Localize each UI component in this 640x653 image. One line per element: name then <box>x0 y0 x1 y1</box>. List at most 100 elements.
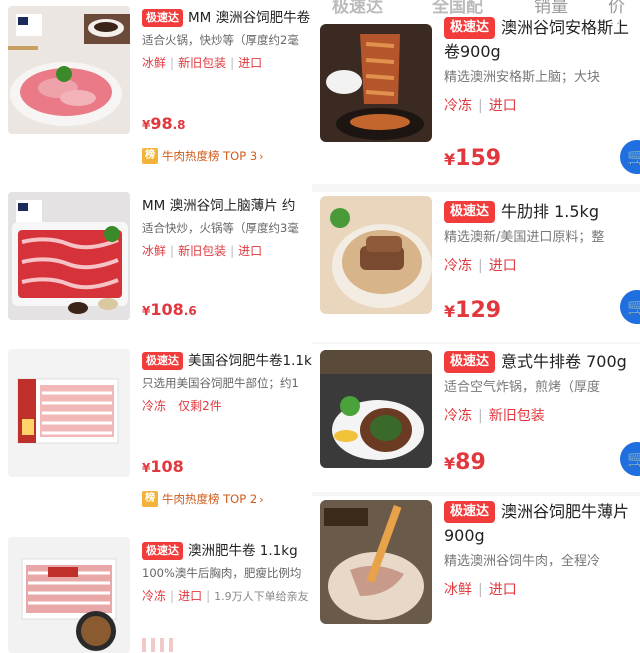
product-info: 极速达 牛肋排 1.5kg 精选澳新/美国进口原料；整 冷冻 | 进口 <box>444 200 640 276</box>
express-badge: 极速达 <box>142 9 183 27</box>
product-card[interactable]: 极速达 澳洲谷饲肥牛薄片 900g 精选澳洲谷饲牛肉，全程冷 冰鲜 | 进口 <box>312 496 640 653</box>
product-price: ¥129 <box>444 298 502 323</box>
product-info: 极速达 澳洲肥牛卷 1.1kg 100%澳牛后胸肉，肥瘦比例均 冷冻 | 进口 | 1.… <box>142 541 312 605</box>
product-image[interactable] <box>8 537 130 653</box>
product-card[interactable]: 极速达 牛肋排 1.5kg 精选澳新/美国进口原料；整 冷冻 | 进口 ¥129 🛒 <box>312 192 640 342</box>
product-card[interactable]: 极速达 澳洲谷饲安格斯上 卷900g 精选澳洲安格斯上脑；大块 冷冻 | 进口 ¥1… <box>312 17 640 184</box>
beef-slices-tray-photo <box>8 192 130 320</box>
tag: 仅剩2件 <box>178 399 222 413</box>
ranking-icon: 榜 <box>142 148 158 164</box>
product-tags: 冰鲜 | 新旧包装 | 进口 <box>142 56 263 70</box>
product-price: ¥98.8 <box>142 114 186 133</box>
tag: 进口 <box>488 582 517 598</box>
rank-link[interactable]: 榜 牛肉热度榜 TOP 2 › <box>142 490 264 508</box>
product-info: 极速达 意式牛排卷 700g 适合空气炸锅，煎烤（厚度 冷冻 | 新旧包装 <box>444 350 640 426</box>
tag: 新旧包装 <box>178 244 227 258</box>
product-image[interactable] <box>8 192 130 320</box>
express-badge: 极速达 <box>142 542 183 560</box>
product-card[interactable]: 极速达 意式牛排卷 700g 适合空气炸锅，煎烤（厚度 冷冻 | 新旧包装 ¥89 … <box>312 344 640 492</box>
cart-icon[interactable]: 🛒 <box>620 140 640 174</box>
product-description: 精选澳洲安格斯上脑；大块 <box>444 70 601 85</box>
tag: 冷冻 <box>444 98 472 114</box>
product-description: 适合快炒，火锅等（厚度约3毫 <box>142 221 299 235</box>
tag: 进口 <box>488 258 517 274</box>
beef-rolls-plate-photo <box>8 6 130 134</box>
product-description: 精选澳新/美国进口原料；整 <box>444 230 605 245</box>
product-card[interactable]: 极速达 美国谷饲肥牛卷1.1k 只选用美国谷饲肥牛部位；约1 冷冻|仅剩2件 ¥… <box>0 345 312 515</box>
product-title: 澳洲谷饲安格斯上 <box>501 18 630 37</box>
product-tags: 冷冻 | 进口 <box>444 258 517 274</box>
product-image[interactable] <box>320 350 432 468</box>
product-tags: 冷冻 | 新旧包装 <box>444 408 545 424</box>
rank-label: 牛肉热度榜 TOP 3 <box>162 149 258 163</box>
product-price: ¥89 <box>444 450 486 475</box>
buyers-count: 1.9万人下单给亲友 <box>214 590 309 603</box>
product-image[interactable] <box>320 24 432 142</box>
tag: 新旧包装 <box>178 56 227 70</box>
product-title: 澳洲肥牛卷 1.1kg <box>188 543 298 559</box>
beef-roll-package-photo <box>8 349 130 477</box>
tab-sales[interactable]: 销量 <box>534 0 568 17</box>
product-title-row[interactable]: 极速达 澳洲谷饲安格斯上 <box>444 16 640 40</box>
product-tags: 冷冻 | 进口 | 1.9万人下单给亲友 <box>142 589 309 603</box>
cart-icon[interactable]: 🛒 <box>620 290 640 324</box>
express-badge: 极速达 <box>444 201 496 223</box>
tab-express[interactable]: 极速达 <box>332 0 383 17</box>
express-badge: 极速达 <box>142 352 183 370</box>
tab-nationwide[interactable]: 全国配 <box>432 0 483 17</box>
product-tags: 冷冻 | 进口 <box>444 98 517 114</box>
chevron-right-icon: › <box>259 492 264 506</box>
product-title-row[interactable]: 极速达 澳洲谷饲肥牛薄片 <box>444 500 640 524</box>
product-title: MM 澳洲谷饲肥牛卷 <box>188 10 311 26</box>
product-title-row[interactable]: 极速达 牛肋排 1.5kg <box>444 200 640 224</box>
product-image[interactable] <box>8 349 130 477</box>
tag: 冷冻 <box>142 399 167 413</box>
price-placeholder <box>142 638 173 652</box>
rank-link[interactable]: 榜 牛肉热度榜 TOP 3 › <box>142 147 264 165</box>
product-card[interactable]: 极速达 澳洲肥牛卷 1.1kg 100%澳牛后胸肉，肥瘦比例均 冷冻 | 进口 | 1.… <box>0 533 312 653</box>
product-title: 美国谷饲肥牛卷1.1k <box>188 353 312 369</box>
tag: 进口 <box>238 244 263 258</box>
product-title: 意式牛排卷 700g <box>501 352 627 371</box>
tag: 进口 <box>238 56 263 70</box>
product-tags: 冰鲜 | 新旧包装 | 进口 <box>142 244 263 258</box>
product-card[interactable]: MM 澳洲谷饲上脑薄片 约 适合快炒，火锅等（厚度约3毫 冰鲜 | 新旧包装 | 进口 … <box>0 188 312 338</box>
beef-roll-box-photo <box>8 537 130 653</box>
product-card[interactable]: 极速达 MM 澳洲谷饲肥牛卷 适合火锅，快炒等（厚度约2毫 冰鲜 | 新旧包装 | 进口… <box>0 0 312 175</box>
product-title-line2: 卷900g <box>444 42 501 61</box>
ranking-icon: 榜 <box>142 491 158 507</box>
product-image[interactable] <box>8 6 130 134</box>
express-badge: 极速达 <box>444 17 496 39</box>
product-description: 100%澳牛后胸肉，肥瘦比例均 <box>142 566 302 580</box>
product-title[interactable]: MM 澳洲谷饲上脑薄片 约 <box>142 196 312 216</box>
product-title-row[interactable]: 极速达 MM 澳洲谷饲肥牛卷 <box>142 8 312 28</box>
product-description: 适合空气炸锅，煎烤（厚度 <box>444 380 601 395</box>
product-description: 只选用美国谷饲肥牛部位；约1 <box>142 376 299 390</box>
product-title-line2: 900g <box>444 526 485 545</box>
rib-soup-photo <box>320 196 432 314</box>
tag: 冷冻 <box>444 258 472 274</box>
tag: 冷冻 <box>142 589 167 603</box>
cart-icon[interactable]: 🛒 <box>620 442 640 476</box>
product-title-row[interactable]: 极速达 美国谷饲肥牛卷1.1k <box>142 351 312 371</box>
product-info: MM 澳洲谷饲上脑薄片 约 适合快炒，火锅等（厚度约3毫 冰鲜 | 新旧包装 | 进口 <box>142 196 312 260</box>
product-title: 澳洲谷饲肥牛薄片 <box>501 502 630 521</box>
product-price: ¥108.6 <box>142 300 197 319</box>
product-title: 牛肋排 1.5kg <box>501 202 599 221</box>
left-product-column: 极速达 MM 澳洲谷饲肥牛卷 适合火锅，快炒等（厚度约2毫 冰鲜 | 新旧包装 | 进口… <box>0 0 312 653</box>
product-image[interactable] <box>320 500 432 624</box>
tag: 进口 <box>178 589 203 603</box>
product-info: 极速达 MM 澳洲谷饲肥牛卷 适合火锅，快炒等（厚度约2毫 冰鲜 | 新旧包装 | 进口 <box>142 8 312 72</box>
product-description: 适合火锅，快炒等（厚度约2毫 <box>142 33 299 47</box>
tag: 冰鲜 <box>142 56 167 70</box>
thin-beef-slices-photo <box>320 500 432 624</box>
tag: 冰鲜 <box>142 244 167 258</box>
product-title-row[interactable]: 极速达 意式牛排卷 700g <box>444 350 640 374</box>
tag: 新旧包装 <box>488 408 545 424</box>
product-price: ¥159 <box>444 146 502 171</box>
product-image[interactable] <box>320 196 432 314</box>
steak-roll-photo <box>320 350 432 468</box>
product-price: ¥108 <box>142 457 184 476</box>
product-title-row[interactable]: 极速达 澳洲肥牛卷 1.1kg <box>142 541 312 561</box>
tag: 冰鲜 <box>444 582 472 598</box>
